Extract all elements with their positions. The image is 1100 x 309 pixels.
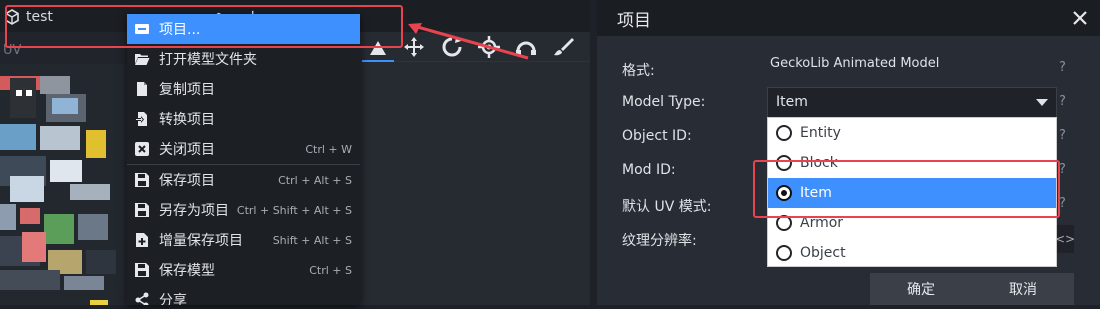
- share-icon: [133, 291, 151, 305]
- confirm-button[interactable]: 确定: [870, 273, 972, 305]
- help-icon[interactable]: ?: [1059, 128, 1066, 143]
- annotation-arrow-icon: [408, 23, 529, 60]
- menu-item-share[interactable]: 分享: [127, 285, 360, 305]
- dialog-title: 项目: [617, 10, 651, 31]
- menu-item-open-model-folder[interactable]: 打开模型文件夹: [127, 44, 360, 74]
- menu-item-save-model[interactable]: 保存模型 Ctrl + S: [127, 255, 360, 285]
- convert-icon: [133, 110, 151, 128]
- menu-item-shortcut: Ctrl + Alt + S: [278, 173, 352, 187]
- brush-tool-icon[interactable]: [552, 35, 576, 59]
- chevron-down-icon: [1036, 99, 1048, 106]
- resolution-stepper-icon[interactable]: <>: [1055, 225, 1075, 253]
- menu-item-label: 增量保存项目: [159, 233, 243, 249]
- menu-item-save-project-as[interactable]: 另存为项目 Ctrl + Shift + Alt + S: [127, 195, 360, 225]
- option-label: Object: [800, 245, 846, 261]
- menu-item-label: 保存项目: [159, 173, 215, 189]
- format-value: GeckoLib Animated Model: [770, 56, 940, 71]
- file-menu: 项目... 打开模型文件夹 复制项目 转换项目 关闭项目 Ctrl + W 保存…: [127, 14, 360, 305]
- radio-icon: [776, 125, 792, 141]
- menu-item-shortcut: Ctrl + S: [309, 263, 352, 277]
- save-increment-icon: [133, 231, 151, 249]
- project-dialog: 项目 格式: GeckoLib Animated Model ? Model T…: [597, 0, 1100, 305]
- format-label: 格式:: [622, 63, 655, 79]
- uv-texture-canvas[interactable]: [0, 64, 128, 305]
- menu-item-label: 分享: [159, 293, 187, 305]
- uv-panel: UV: [0, 42, 128, 305]
- 3d-viewport[interactable]: [360, 62, 590, 305]
- close-icon[interactable]: [1070, 8, 1090, 28]
- menu-item-shortcut: Ctrl + W: [305, 142, 352, 156]
- menu-item-label: 打开模型文件夹: [159, 52, 257, 68]
- model-type-select[interactable]: Item: [767, 87, 1057, 118]
- save-as-icon: [133, 201, 151, 219]
- dialog-header: 项目: [597, 0, 1100, 36]
- menu-item-shortcut: Shift + Alt + S: [272, 233, 352, 247]
- save-icon: [133, 171, 151, 189]
- option-label: Entity: [800, 125, 841, 141]
- menu-item-save-incremental[interactable]: 增量保存项目 Shift + Alt + S: [127, 225, 360, 255]
- close-box-icon: [133, 140, 151, 158]
- uv-mode-label: 默认 UV 模式:: [622, 199, 712, 215]
- option-object[interactable]: Object: [768, 238, 1056, 268]
- menu-item-label: 转换项目: [159, 112, 215, 128]
- annotation-highlight-box: [5, 5, 403, 48]
- menu-item-label: 保存模型: [159, 263, 215, 279]
- help-icon[interactable]: ?: [1059, 60, 1066, 75]
- menu-item-duplicate-project[interactable]: 复制项目: [127, 74, 360, 104]
- menu-item-label: 关闭项目: [159, 142, 215, 158]
- model-type-label: Model Type:: [622, 94, 706, 110]
- texture-resolution-label: 纹理分辨率:: [622, 233, 697, 249]
- menu-item-label: 另存为项目: [159, 203, 229, 219]
- mod-id-label: Mod ID:: [622, 162, 676, 178]
- menu-item-label: 复制项目: [159, 82, 215, 98]
- annotation-highlight-box: [753, 160, 1060, 218]
- copy-icon: [133, 80, 151, 98]
- save-model-icon: [133, 261, 151, 279]
- help-icon[interactable]: ?: [1059, 162, 1066, 177]
- menu-item-convert-project[interactable]: 转换项目: [127, 104, 360, 134]
- cancel-button[interactable]: 取消: [972, 273, 1074, 305]
- folder-open-icon: [133, 50, 151, 68]
- menu-item-save-project[interactable]: 保存项目 Ctrl + Alt + S: [127, 165, 360, 195]
- menu-item-shortcut: Ctrl + Shift + Alt + S: [236, 203, 352, 217]
- model-type-select-value: Item: [776, 94, 808, 110]
- menu-item-close-project[interactable]: 关闭项目 Ctrl + W: [127, 134, 360, 164]
- help-icon[interactable]: ?: [1059, 196, 1066, 211]
- help-icon[interactable]: ?: [1059, 94, 1066, 109]
- object-id-label: Object ID:: [622, 128, 692, 144]
- option-entity[interactable]: Entity: [768, 118, 1056, 148]
- radio-icon: [776, 245, 792, 261]
